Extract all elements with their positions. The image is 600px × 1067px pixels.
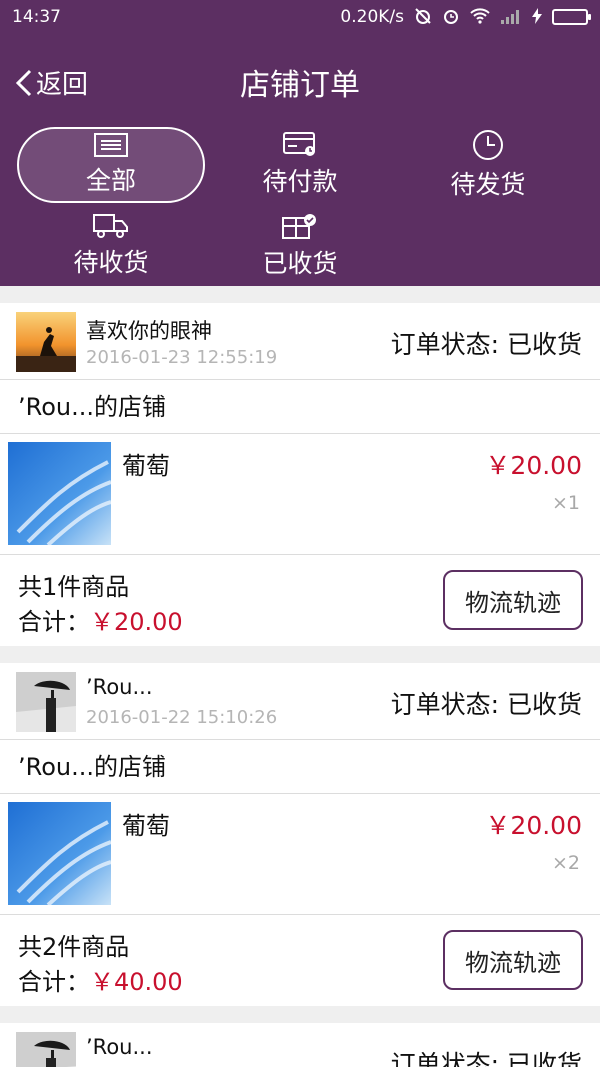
- product-name: 葡萄: [122, 812, 170, 840]
- avatar: [16, 672, 76, 732]
- tab-label: 待付款: [262, 167, 338, 196]
- status-value: 已收货: [506, 1050, 582, 1067]
- status-label: 订单状态:: [390, 330, 500, 359]
- header: 返回 店铺订单 全部 待付款 待发货 待收货 已收货: [0, 34, 600, 286]
- logistics-button[interactable]: 物流轨迹: [443, 570, 583, 630]
- tab-label: 已收货: [262, 249, 338, 278]
- total-label: 合计：: [18, 968, 90, 996]
- product-quantity: ×1: [551, 492, 580, 514]
- order-header: 喜欢你的眼神 2016-01-23 12:55:19 订单状态: 已收货: [0, 303, 600, 380]
- wifi-icon: [470, 7, 490, 27]
- order-footer: 共2件商品 合计：￥40.00 物流轨迹: [0, 915, 600, 1006]
- page-title: 店铺订单: [240, 68, 360, 103]
- order-footer: 共1件商品 合计：￥20.00 物流轨迹: [0, 555, 600, 646]
- order-total: 合计：￥20.00: [18, 602, 183, 637]
- total-amount: ￥40.00: [90, 968, 183, 996]
- order-status: 订单状态: 已收货: [391, 1045, 582, 1067]
- avatar: [16, 312, 76, 372]
- list-icon: [94, 133, 128, 157]
- truck-icon: [93, 214, 128, 238]
- mute-alarm-icon: [414, 7, 432, 28]
- buyer-name: 喜欢你的眼神: [86, 319, 212, 343]
- tab-received[interactable]: 已收货: [206, 208, 394, 284]
- avatar: [16, 1032, 76, 1067]
- product-thumbnail: [8, 802, 111, 905]
- signal-icon: [500, 8, 522, 27]
- order-header: ’Rou... 订单状态: 已收货: [0, 1023, 600, 1067]
- chevron-left-icon: [15, 69, 32, 96]
- status-value: 已收货: [506, 330, 582, 359]
- status-label: 订单状态:: [390, 1050, 500, 1067]
- order-time: 2016-01-23 12:55:19: [86, 347, 278, 368]
- shop-name[interactable]: ’Rou...的店铺: [0, 740, 600, 794]
- charging-icon: [532, 7, 542, 27]
- network-speed: 0.20K/s: [340, 7, 404, 27]
- status-bar: 14:37 0.20K/s: [0, 0, 600, 34]
- total-label: 合计：: [18, 608, 90, 636]
- tab-all[interactable]: 全部: [17, 127, 205, 203]
- tab-label: 全部: [85, 166, 136, 195]
- product-price: ￥20.00: [485, 811, 582, 840]
- tab-label: 待收货: [73, 248, 149, 277]
- product-quantity: ×2: [551, 852, 580, 874]
- order-card: ’Rou... 订单状态: 已收货: [0, 1023, 600, 1067]
- buyer-name: ’Rou...: [86, 1035, 153, 1059]
- back-button[interactable]: 返回: [14, 64, 88, 101]
- buyer-name: ’Rou...: [86, 675, 153, 699]
- tab-pending-receipt[interactable]: 待收货: [17, 208, 205, 284]
- order-status: 订单状态: 已收货: [391, 685, 582, 721]
- order-item[interactable]: 葡萄 ￥20.00 ×2: [0, 794, 600, 915]
- logistics-button[interactable]: 物流轨迹: [443, 930, 583, 990]
- tab-label: 待发货: [450, 170, 526, 199]
- shop-name[interactable]: ’Rou...的店铺: [0, 380, 600, 434]
- tab-pending-payment[interactable]: 待付款: [206, 127, 394, 203]
- total-amount: ￥20.00: [90, 608, 183, 636]
- product-name: 葡萄: [122, 452, 170, 480]
- product-price: ￥20.00: [485, 451, 582, 480]
- order-header: ’Rou... 2016-01-22 15:10:26 订单状态: 已收货: [0, 663, 600, 740]
- back-label: 返回: [36, 70, 89, 100]
- alarm-clock-icon: [442, 7, 460, 28]
- box-check-icon: [282, 214, 316, 239]
- status-time: 14:37: [12, 7, 61, 27]
- tab-pending-shipment[interactable]: 待发货: [394, 127, 582, 203]
- order-card: 喜欢你的眼神 2016-01-23 12:55:19 订单状态: 已收货 ’Ro…: [0, 303, 600, 646]
- status-label: 订单状态:: [390, 690, 500, 719]
- item-count: 共2件商品: [18, 933, 130, 961]
- order-item[interactable]: 葡萄 ￥20.00 ×1: [0, 434, 600, 555]
- order-list: 喜欢你的眼神 2016-01-23 12:55:19 订单状态: 已收货 ’Ro…: [0, 286, 600, 1067]
- status-value: 已收货: [506, 690, 582, 719]
- order-card: ’Rou... 2016-01-22 15:10:26 订单状态: 已收货 ’R…: [0, 663, 600, 1006]
- order-status: 订单状态: 已收货: [391, 325, 582, 361]
- item-count: 共1件商品: [18, 573, 130, 601]
- order-time: 2016-01-22 15:10:26: [86, 707, 278, 728]
- clock-icon: [473, 130, 503, 160]
- product-thumbnail: [8, 442, 111, 545]
- card-clock-icon: [283, 132, 315, 156]
- battery-icon: [552, 9, 591, 25]
- order-total: 合计：￥40.00: [18, 962, 183, 997]
- status-icons: 0.20K/s: [340, 7, 591, 28]
